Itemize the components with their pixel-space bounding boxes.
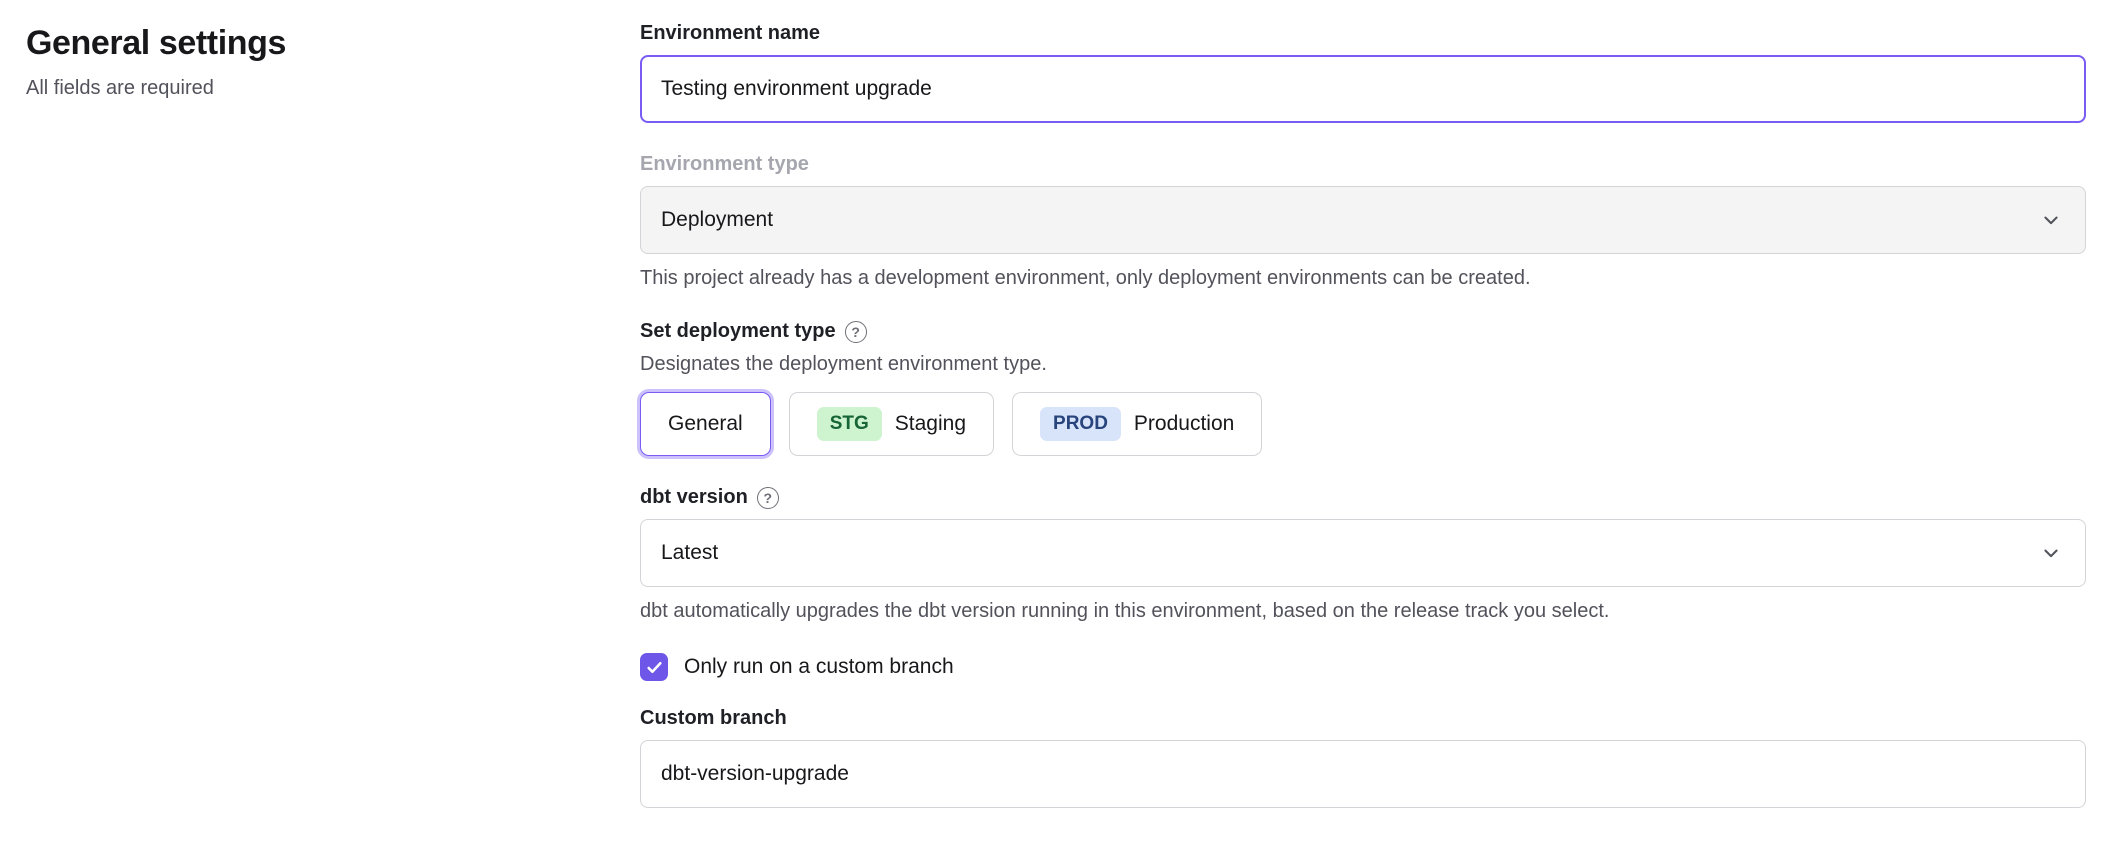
staging-badge: STG: [817, 407, 882, 442]
deployment-option-label: Production: [1134, 412, 1234, 436]
deployment-option-staging[interactable]: STG Staging: [789, 392, 994, 456]
dbt-version-group: dbt version ? Latest dbt automatically u…: [640, 486, 2086, 623]
dbt-version-helper: dbt automatically upgrades the dbt versi…: [640, 600, 2086, 623]
dbt-version-label: dbt version ?: [640, 486, 2086, 509]
environment-name-group: Environment name: [640, 22, 2086, 123]
dbt-version-value: Latest: [661, 541, 718, 565]
custom-branch-toggle-row: Only run on a custom branch: [640, 653, 2086, 681]
environment-settings-page: General settings All fields are required…: [0, 0, 2116, 838]
page-subtitle: All fields are required: [26, 77, 640, 100]
environment-type-select[interactable]: Deployment: [640, 186, 2086, 254]
custom-branch-group: Custom branch: [640, 707, 2086, 808]
settings-form: Environment name Environment type Deploy…: [640, 22, 2086, 838]
deployment-option-general[interactable]: General: [640, 392, 771, 456]
deployment-type-options: General STG Staging PROD Production: [640, 392, 2086, 456]
deployment-type-group: Set deployment type ? Designates the dep…: [640, 320, 2086, 456]
custom-branch-label: Custom branch: [640, 707, 2086, 730]
settings-header: General settings All fields are required: [26, 22, 640, 838]
deployment-type-helper: Designates the deployment environment ty…: [640, 353, 2086, 376]
environment-type-helper: This project already has a development e…: [640, 267, 2086, 290]
help-icon[interactable]: ?: [757, 487, 779, 509]
environment-name-input[interactable]: [640, 55, 2086, 123]
environment-type-label: Environment type: [640, 153, 2086, 176]
custom-branch-checkbox[interactable]: [640, 653, 668, 681]
check-icon: [646, 659, 663, 676]
dbt-version-label-text: dbt version: [640, 486, 748, 509]
chevron-down-icon: [2041, 543, 2061, 563]
production-badge: PROD: [1040, 407, 1121, 442]
environment-type-value: Deployment: [661, 208, 773, 232]
deployment-option-label: General: [668, 412, 743, 436]
environment-name-label: Environment name: [640, 22, 2086, 45]
page-title: General settings: [26, 24, 640, 63]
environment-type-group: Environment type Deployment This project…: [640, 153, 2086, 290]
dbt-version-select[interactable]: Latest: [640, 519, 2086, 587]
help-icon[interactable]: ?: [845, 321, 867, 343]
deployment-type-label-text: Set deployment type: [640, 320, 836, 343]
custom-branch-input[interactable]: [640, 740, 2086, 808]
deployment-option-label: Staging: [895, 412, 966, 436]
deployment-type-label: Set deployment type ?: [640, 320, 2086, 343]
chevron-down-icon: [2041, 210, 2061, 230]
custom-branch-toggle-label: Only run on a custom branch: [684, 655, 954, 679]
deployment-option-production[interactable]: PROD Production: [1012, 392, 1262, 456]
